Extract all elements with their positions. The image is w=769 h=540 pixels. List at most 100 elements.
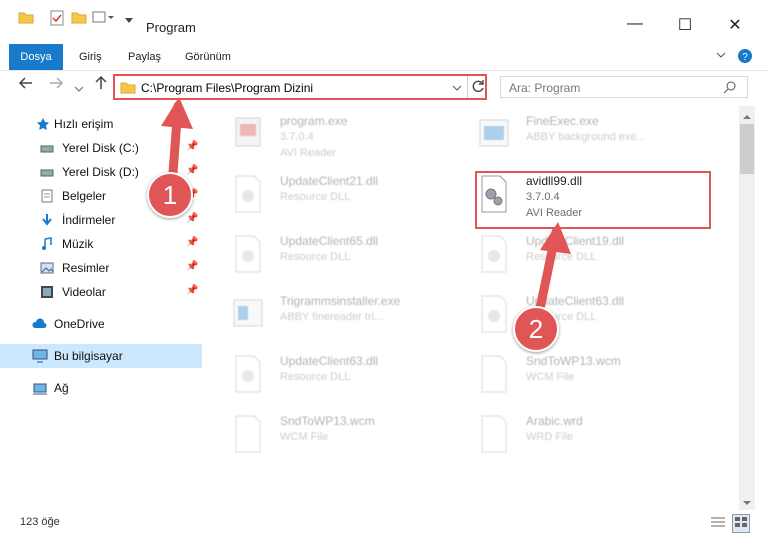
file-name: program.exe [280,114,348,128]
sidebar-item-videos[interactable]: Videolar 📌 [0,280,202,304]
dll-file-icon [232,234,264,274]
file-description: AVI Reader [280,147,337,159]
pin-icon: 📌 [186,285,199,296]
close-button[interactable]: ✕ [712,15,758,43]
generic-file-icon [478,414,510,454]
search-icon[interactable] [723,80,737,97]
step-badge-2: 2 [513,306,559,352]
file-item[interactable]: SndToWP13.wcm WCM File [462,350,702,400]
file-version: 3.7.0.4 [280,131,314,143]
sidebar-item-label: Resimler [62,261,110,275]
sidebar-item-this-pc[interactable]: Bu bilgisayar [0,344,202,368]
file-item[interactable]: UpdateClient63.dll Resource DLL [216,350,456,400]
window-title: Program [146,20,196,35]
file-item[interactable]: SndToWP13.wcm WCM File [216,410,456,460]
generic-file-icon [478,354,510,394]
address-bar[interactable]: C:\Program Files\Program Dizini [113,74,487,100]
large-icons-view-icon[interactable] [732,514,750,533]
pin-icon: 📌 [186,213,199,224]
forward-icon[interactable] [48,75,64,96]
pin-icon: 📌 [186,165,199,176]
sidebar-item-label: Müzik [62,237,94,251]
generic-file-icon [232,414,264,454]
navigation-pane: Hızlı erişim Yerel Disk (C:) 📌 Yerel Dis… [0,108,202,508]
sidebar-item-label: Yerel Disk (D:) [62,165,139,179]
tab-file[interactable]: Dosya [9,44,63,70]
file-item[interactable]: Arabic.wrd WRD File [462,410,702,460]
pin-icon: 📌 [186,237,199,248]
recent-locations-icon[interactable] [74,81,84,99]
star-icon [36,117,50,131]
title-bar: Program — ☐ ✕ [0,0,769,44]
search-input[interactable]: Ara: Program [509,81,580,95]
file-name: Arabic.wrd [526,414,583,428]
address-dropdown-icon[interactable] [452,82,462,96]
exe-file-icon [478,114,510,154]
file-list: program.exe 3.7.0.4 AVI Reader UpdateCli… [210,108,738,508]
sidebar-item-music[interactable]: Müzik 📌 [0,232,202,256]
file-description: WCM File [280,431,329,443]
file-item[interactable]: FineExec.exe ABBY background exe... [462,110,702,160]
pictures-icon [40,261,54,275]
help-icon[interactable]: ? [737,48,753,67]
file-name: Trigrammsinstaller.exe [280,294,401,308]
sidebar-item-pictures[interactable]: Resimler 📌 [0,256,202,280]
file-description: Resource DLL [280,251,351,263]
status-bar: 123 öğe [0,510,769,540]
folder-icon [120,80,136,97]
dll-file-icon [478,234,510,274]
scroll-up-icon[interactable] [743,110,751,124]
vertical-scrollbar[interactable] [739,106,755,510]
maximize-button[interactable]: ☐ [662,15,708,43]
videos-icon [40,285,54,299]
sidebar-item-label: İndirmeler [62,213,116,227]
dll-file-icon [232,354,264,394]
file-item[interactable]: Trigrammsinstaller.exe ABBY finereader t… [216,290,456,340]
computer-icon [32,349,48,363]
file-description: WCM File [526,371,575,383]
scroll-down-icon[interactable] [743,496,751,510]
new-folder-icon[interactable] [71,10,87,27]
sidebar-item-label: Yerel Disk (C:) [62,141,139,155]
up-icon[interactable] [93,75,109,96]
scrollbar-thumb[interactable] [740,124,754,174]
expand-ribbon-icon[interactable] [716,50,726,63]
tab-view[interactable]: Görünüm [185,44,231,70]
file-name: UpdateClient19.dll [526,234,625,248]
file-item[interactable]: UpdateClient21.dll Resource DLL [216,170,456,220]
sidebar-item-quick-access[interactable]: Hızlı erişim [0,112,202,136]
file-item[interactable]: program.exe 3.7.0.4 AVI Reader [216,110,456,160]
tab-share[interactable]: Paylaş [128,44,161,70]
file-name: SndToWP13.wcm [526,354,621,368]
search-box[interactable]: Ara: Program [500,76,748,98]
tab-home[interactable]: Giriş [79,44,102,70]
file-name: UpdateClient63.dll [280,354,379,368]
drive-icon [40,141,54,155]
view-options-icon[interactable] [92,10,114,27]
minimize-button[interactable]: — [612,15,658,43]
back-icon[interactable] [18,75,34,96]
item-count: 123 öğe [20,516,60,528]
refresh-icon[interactable] [471,79,485,96]
svg-text:?: ? [742,52,748,63]
customize-quick-access-icon[interactable] [124,14,134,28]
address-path[interactable]: C:\Program Files\Program Dizini [141,81,313,95]
file-item[interactable]: UpdateClient19.dll Resource DLL [462,230,702,280]
file-item[interactable]: UpdateClient65.dll Resource DLL [216,230,456,280]
exe-file-icon [232,294,264,334]
pin-icon: 📌 [186,261,199,272]
file-name: SndToWP13.wcm [280,414,375,428]
sidebar-item-label: Ağ [54,381,69,395]
file-description: Resource DLL [280,371,351,383]
file-item[interactable]: UpdateClient63.dll Resource DLL [462,290,702,340]
sidebar-item-label: Belgeler [62,189,107,203]
details-view-icon[interactable] [710,515,726,532]
highlight-box [475,171,711,229]
sidebar-item-label: Videolar [62,285,106,299]
properties-icon[interactable] [50,10,64,29]
sidebar-item-local-disk-c[interactable]: Yerel Disk (C:) 📌 [0,136,202,160]
downloads-icon [40,213,54,227]
sidebar-item-onedrive[interactable]: OneDrive [0,312,202,336]
sidebar-item-network[interactable]: Ağ [0,376,202,400]
dll-file-icon [478,294,510,334]
